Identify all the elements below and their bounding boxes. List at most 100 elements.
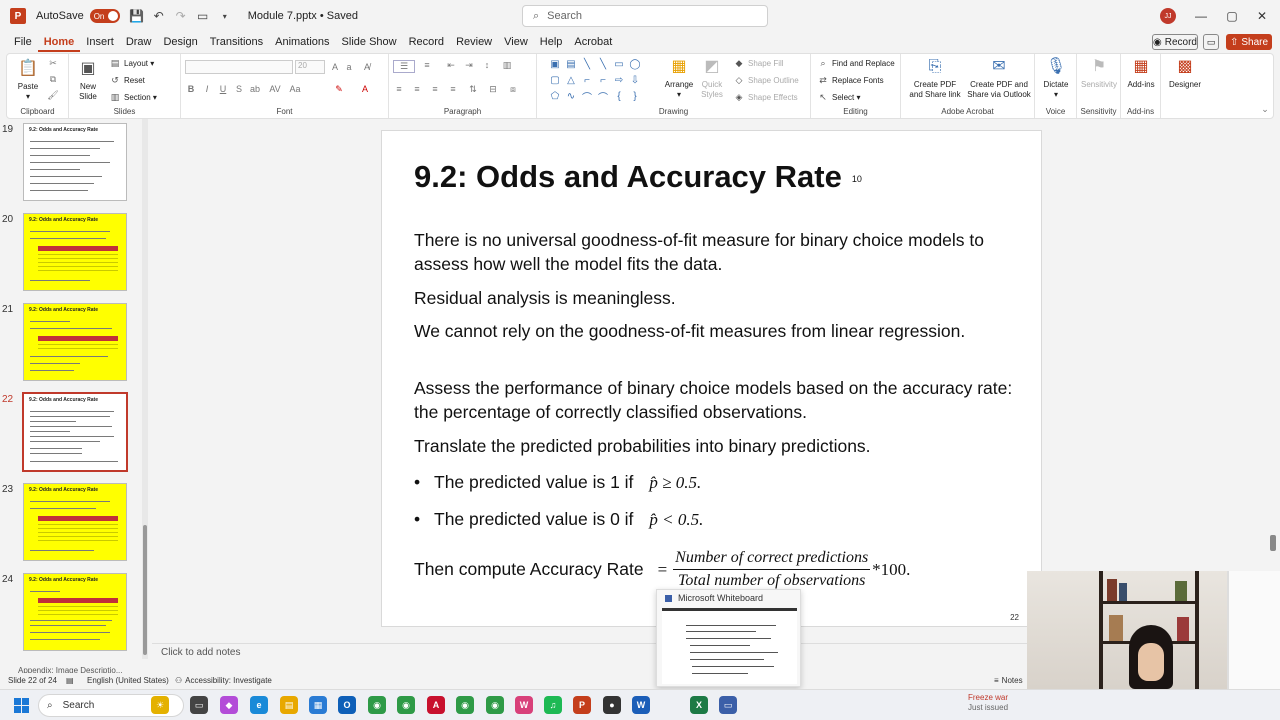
- chrome-icon[interactable]: ◉: [368, 696, 386, 714]
- textbox-vertical-shape-icon[interactable]: ▤: [565, 58, 577, 70]
- slide-title[interactable]: 9.2: Odds and Accuracy Rate 10: [414, 159, 862, 195]
- shape-fill-button[interactable]: ◆ Shape Fill: [733, 58, 784, 68]
- underline-icon[interactable]: U: [217, 84, 229, 94]
- new-slide-button[interactable]: ▣ New Slide: [73, 58, 103, 102]
- strikethrough-icon[interactable]: S: [233, 84, 245, 94]
- customize-qat-icon[interactable]: ▾: [216, 7, 234, 25]
- quick-styles-button[interactable]: ◩ Quick Styles: [697, 56, 727, 100]
- clear-format-icon[interactable]: A̸: [361, 62, 373, 72]
- shape-effects-button[interactable]: ◈ Shape Effects: [733, 92, 798, 102]
- whiteboard-icon[interactable]: ▭: [719, 696, 737, 714]
- align-right-icon[interactable]: ≡: [429, 84, 441, 94]
- shape-outline-button[interactable]: ◇ Shape Outline: [733, 75, 799, 85]
- tab-help[interactable]: Help: [534, 32, 569, 52]
- current-slide[interactable]: 9.2: Odds and Accuracy Rate 10 There is n…: [381, 130, 1042, 627]
- slide-thumbnail-22[interactable]: 9.2: Odds and Accuracy Rate: [22, 392, 128, 472]
- tab-review[interactable]: Review: [450, 32, 498, 52]
- grow-font-icon[interactable]: A: [329, 62, 341, 72]
- bullets-icon[interactable]: ☰: [393, 60, 415, 73]
- left-brace-shape-icon[interactable]: {: [613, 90, 625, 102]
- accuracy-formula[interactable]: Then compute Accuracy Rate = Number of c…: [414, 549, 910, 590]
- weather-notice[interactable]: Freeze war Just issued: [968, 693, 1008, 713]
- slide-thumbnail-24[interactable]: 9.2: Odds and Accuracy Rate: [23, 573, 127, 651]
- slide-paragraph[interactable]: Residual analysis is meaningless.: [414, 286, 1034, 310]
- create-pdf-share-link-button[interactable]: ⎘ Create PDF and Share link: [907, 56, 963, 100]
- tab-design[interactable]: Design: [157, 32, 203, 52]
- change-case-icon[interactable]: Aa: [289, 84, 301, 94]
- tab-transitions[interactable]: Transitions: [204, 32, 269, 52]
- slide-bullet[interactable]: • The predicted value is 1 if p̂ ≥ 0.5.: [414, 470, 701, 495]
- numbering-icon[interactable]: ≡: [421, 60, 433, 70]
- spelling-icon[interactable]: ▤: [66, 676, 74, 685]
- slide-thumbnail-19[interactable]: 9.2: Odds and Accuracy Rate: [23, 123, 127, 201]
- outlook-icon[interactable]: O: [338, 696, 356, 714]
- align-left-icon[interactable]: ≡: [393, 84, 405, 94]
- tab-view[interactable]: View: [498, 32, 534, 52]
- slide-scrollbar-thumb[interactable]: [1270, 535, 1276, 551]
- increase-indent-icon[interactable]: ⇥: [463, 60, 475, 71]
- avatar[interactable]: JJ: [1160, 8, 1176, 24]
- pentagon-shape-icon[interactable]: ⬠: [549, 90, 561, 102]
- replace-fonts-button[interactable]: ⇄ Replace Fonts: [817, 75, 883, 85]
- tab-acrobat[interactable]: Acrobat: [568, 32, 618, 52]
- triangle-shape-icon[interactable]: △: [565, 74, 577, 86]
- arc-shape-icon[interactable]: ⌒: [597, 90, 609, 104]
- minimize-button[interactable]: —: [1191, 6, 1211, 26]
- store-icon[interactable]: ▦: [309, 696, 327, 714]
- format-painter-icon[interactable]: 🖌: [47, 90, 59, 101]
- paste-button[interactable]: 📋 Paste ▾: [11, 58, 45, 102]
- excel-icon[interactable]: X: [690, 696, 708, 714]
- text-direction-icon[interactable]: ⇅: [467, 84, 479, 95]
- align-center-icon[interactable]: ≡: [411, 84, 423, 94]
- select-button[interactable]: ↖ Select ▾: [817, 92, 860, 102]
- copy-icon[interactable]: ⧉: [47, 74, 59, 85]
- webex-icon[interactable]: W: [515, 696, 533, 714]
- columns-icon[interactable]: ▥: [501, 60, 513, 71]
- subscript-icon[interactable]: ab: [249, 84, 261, 94]
- copilot-icon[interactable]: ◆: [220, 696, 238, 714]
- reset-button[interactable]: ↺ Reset: [109, 75, 145, 85]
- tab-slide-show[interactable]: Slide Show: [336, 32, 403, 52]
- accessibility-status[interactable]: ⚇ Accessibility: Investigate: [175, 676, 272, 685]
- tab-draw[interactable]: Draw: [120, 32, 158, 52]
- maximize-button[interactable]: ▢: [1222, 6, 1242, 26]
- whiteboard-preview-popup[interactable]: Microsoft Whiteboard: [656, 589, 801, 687]
- font-name-dropdown[interactable]: [185, 60, 293, 74]
- whiteboard-thumbnail[interactable]: [662, 608, 797, 684]
- news-widget-icon[interactable]: ☀: [151, 696, 169, 714]
- layout-button[interactable]: ▤ Layout ▾: [109, 58, 155, 68]
- justify-icon[interactable]: ≡: [447, 84, 459, 94]
- smartart-icon[interactable]: ⧈: [507, 84, 519, 95]
- slide-bullet[interactable]: • The predicted value is 0 if p̂ < 0.5.: [414, 507, 703, 532]
- rectangle-shape-icon[interactable]: ▭: [613, 58, 625, 70]
- obs-icon[interactable]: ●: [603, 696, 621, 714]
- decrease-indent-icon[interactable]: ⇤: [445, 60, 457, 71]
- tab-insert[interactable]: Insert: [80, 32, 120, 52]
- right-brace-shape-icon[interactable]: }: [629, 90, 641, 102]
- edge-icon[interactable]: e: [250, 696, 268, 714]
- notes-toggle[interactable]: ≡ Notes: [994, 676, 1023, 685]
- thumbnails-scrollbar-thumb[interactable]: [143, 525, 147, 655]
- textbox-shape-icon[interactable]: ▣: [549, 58, 561, 70]
- oval-shape-icon[interactable]: ◯: [629, 58, 641, 70]
- chrome-profile-2-icon[interactable]: ◉: [456, 696, 474, 714]
- line-2-shape-icon[interactable]: ╲: [597, 58, 609, 70]
- section-button[interactable]: ▥ Section ▾: [109, 92, 157, 102]
- slide-paragraph[interactable]: Assess the performance of binary choice …: [414, 376, 1034, 424]
- line-shape-icon[interactable]: ╲: [581, 58, 593, 70]
- record-button[interactable]: ◉ Record: [1152, 34, 1198, 50]
- task-view-icon[interactable]: ▭: [190, 696, 208, 714]
- slide-scrollbar[interactable]: [1269, 119, 1277, 643]
- tab-record[interactable]: Record: [403, 32, 450, 52]
- addins-button[interactable]: ▦ Add-ins: [1123, 56, 1159, 90]
- windows-start-icon[interactable]: [14, 698, 29, 713]
- tab-home[interactable]: Home: [37, 32, 81, 52]
- tab-file[interactable]: File: [8, 32, 38, 52]
- search-input[interactable]: ⌕ Search: [522, 5, 768, 27]
- arrange-button[interactable]: ▦ Arrange ▾: [663, 56, 695, 100]
- spotify-icon[interactable]: ♫: [544, 696, 562, 714]
- redo-icon[interactable]: ↷: [172, 7, 190, 25]
- powerpoint-icon[interactable]: P: [573, 696, 591, 714]
- create-pdf-outlook-button[interactable]: ✉ Create PDF and Share via Outlook: [965, 56, 1033, 100]
- dictate-button[interactable]: 🎙 Dictate ▾: [1037, 56, 1075, 100]
